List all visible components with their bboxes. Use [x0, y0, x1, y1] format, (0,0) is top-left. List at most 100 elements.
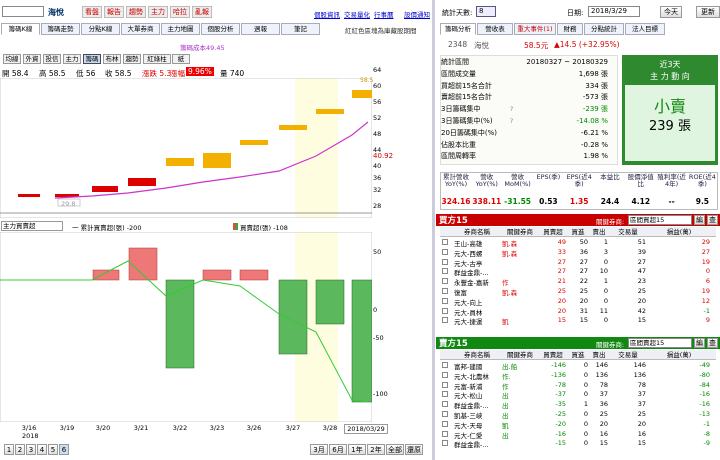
broker-name[interactable]: 元大-松山: [454, 390, 500, 400]
sell-edit-button[interactable]: 編: [694, 338, 705, 348]
sub-tab-8[interactable]: 紙: [172, 54, 190, 64]
toolbar-button-1[interactable]: 報告: [104, 6, 124, 18]
toolbar-link-3[interactable]: 設價通知: [404, 9, 430, 19]
left-tab-0[interactable]: 籌碼K線: [1, 23, 40, 35]
row-checkbox[interactable]: [442, 420, 448, 427]
broker-name[interactable]: 元大-北農林: [454, 371, 500, 381]
broker-name[interactable]: 元大-員林: [454, 307, 500, 317]
toolbar-button-4[interactable]: 哈拉: [170, 6, 190, 18]
row-checkbox[interactable]: [442, 411, 448, 417]
sub-tab-5[interactable]: 布林: [103, 54, 121, 64]
page-button-3[interactable]: 4: [37, 444, 47, 455]
broker-name[interactable]: 元大-古亭: [454, 258, 500, 268]
sub-tab-6[interactable]: 趨勢: [123, 54, 141, 64]
table-cell: 146: [633, 361, 646, 369]
right-tab-2[interactable]: 重大事件(1): [514, 23, 556, 35]
sub-tab-1[interactable]: 外資: [23, 54, 41, 64]
left-tab-1[interactable]: 籌碼走勢: [41, 23, 80, 35]
sub-tab-4[interactable]: 籌碼: [83, 54, 101, 64]
sub-tab-2[interactable]: 投信: [43, 54, 61, 64]
broker-name[interactable]: 元大-西螺: [454, 248, 500, 258]
right-tab-4[interactable]: 分點統計: [584, 23, 624, 35]
row-checkbox[interactable]: [442, 297, 448, 304]
info-icon[interactable]: ?: [510, 104, 513, 115]
row-checkbox[interactable]: [442, 248, 448, 255]
page-button-1[interactable]: 2: [15, 444, 25, 455]
sell-query-button[interactable]: 查: [707, 338, 718, 348]
row-checkbox[interactable]: [442, 391, 448, 398]
broker-name[interactable]: 群益金鼎-...: [454, 267, 500, 277]
table-cell: 25: [557, 287, 566, 295]
left-tab-2[interactable]: 分點K線: [81, 23, 120, 35]
broker-name[interactable]: 群益金鼎-...: [454, 400, 500, 410]
row-checkbox[interactable]: [442, 307, 448, 314]
left-tab-6[interactable]: 週報: [241, 23, 280, 35]
broker-name[interactable]: 永豐金-嘉新: [454, 277, 500, 287]
buy-edit-button[interactable]: 編: [694, 215, 705, 225]
broker-name[interactable]: 元大-天母: [454, 420, 500, 430]
stock-input[interactable]: [2, 6, 44, 17]
buy-select[interactable]: 區間買超15: [628, 215, 692, 225]
row-checkbox[interactable]: [442, 317, 448, 324]
toolbar-button-5[interactable]: 亂報: [192, 6, 212, 18]
range-button-1[interactable]: 6月: [329, 444, 347, 455]
page-button-0[interactable]: 1: [4, 444, 14, 455]
right-tab-3[interactable]: 財務: [557, 23, 583, 35]
toolbar-link-2[interactable]: 行事曆: [374, 9, 394, 19]
sub-tab-3[interactable]: 主力: [63, 54, 81, 64]
toolbar-button-0[interactable]: 看盤: [82, 6, 102, 18]
broker-name[interactable]: 凱基-三峽: [454, 410, 500, 420]
right-tab-1[interactable]: 營收表: [477, 23, 513, 35]
page-button-4[interactable]: 5: [48, 444, 58, 455]
toolbar-link-1[interactable]: 交易量化: [344, 9, 370, 19]
row-checkbox[interactable]: [442, 268, 448, 275]
page-button-2[interactable]: 3: [26, 444, 36, 455]
range-button-0[interactable]: 3月: [310, 444, 328, 455]
row-checkbox[interactable]: [442, 362, 448, 368]
row-checkbox[interactable]: [442, 440, 448, 447]
range-button-3[interactable]: 2年: [367, 444, 385, 455]
broker-name[interactable]: 群益金鼎-...: [454, 439, 500, 449]
today-button[interactable]: 今天: [660, 6, 682, 18]
row-checkbox[interactable]: [442, 239, 448, 245]
range-button-4[interactable]: 全部: [386, 444, 404, 455]
table-cell: 50: [579, 238, 588, 246]
toolbar-button-2[interactable]: 趨勢: [126, 6, 146, 18]
table-cell: 0: [603, 257, 608, 266]
range-button-2[interactable]: 1年: [348, 444, 366, 455]
left-tab-5[interactable]: 個股分析: [201, 23, 240, 35]
row-checkbox[interactable]: [442, 371, 448, 378]
broker-name[interactable]: 富邦-建國: [454, 361, 500, 371]
sell-select[interactable]: 區間賣超15: [628, 338, 692, 348]
row-checkbox[interactable]: [442, 430, 448, 437]
stat-days-select[interactable]: 8: [476, 6, 496, 17]
lower-select[interactable]: 主力買賣超: [1, 221, 63, 231]
right-tab-5[interactable]: 法人目標: [625, 23, 665, 35]
left-tab-7[interactable]: 筆記: [281, 23, 320, 35]
broker-name[interactable]: 元大-仁愛: [454, 430, 500, 440]
page-button-5[interactable]: 6: [59, 444, 69, 455]
row-checkbox[interactable]: [442, 258, 448, 265]
range-button-5[interactable]: 還原: [405, 444, 423, 455]
row-checkbox[interactable]: [442, 278, 448, 285]
refresh-button[interactable]: 更新: [696, 6, 720, 18]
toolbar-button-3[interactable]: 主力: [148, 6, 168, 18]
row-checkbox[interactable]: [442, 288, 448, 294]
buy-query-button[interactable]: 查: [707, 215, 718, 225]
broker-name[interactable]: 元大-向上: [454, 297, 500, 307]
row-checkbox[interactable]: [442, 401, 448, 408]
broker-name[interactable]: 元富-新浦: [454, 381, 500, 391]
left-tab-4[interactable]: 主力地圖: [161, 23, 200, 35]
info-icon[interactable]: ?: [510, 116, 513, 127]
sub-tab-0[interactable]: 均線: [3, 54, 21, 64]
table-cell: 20: [637, 419, 646, 428]
row-checkbox[interactable]: [442, 381, 448, 388]
broker-name[interactable]: 元大-捷運: [454, 316, 500, 326]
date-field[interactable]: 2018/3/29: [588, 6, 640, 17]
left-tab-3[interactable]: 大單券商: [121, 23, 160, 35]
broker-name[interactable]: 王山-高雄: [454, 238, 500, 248]
toolbar-link-0[interactable]: 個股資訊: [314, 9, 340, 19]
right-tab-0[interactable]: 籌碼分析: [440, 23, 476, 35]
sub-tab-7[interactable]: 紅綠柱: [143, 54, 171, 64]
broker-name[interactable]: 復富: [454, 287, 500, 297]
